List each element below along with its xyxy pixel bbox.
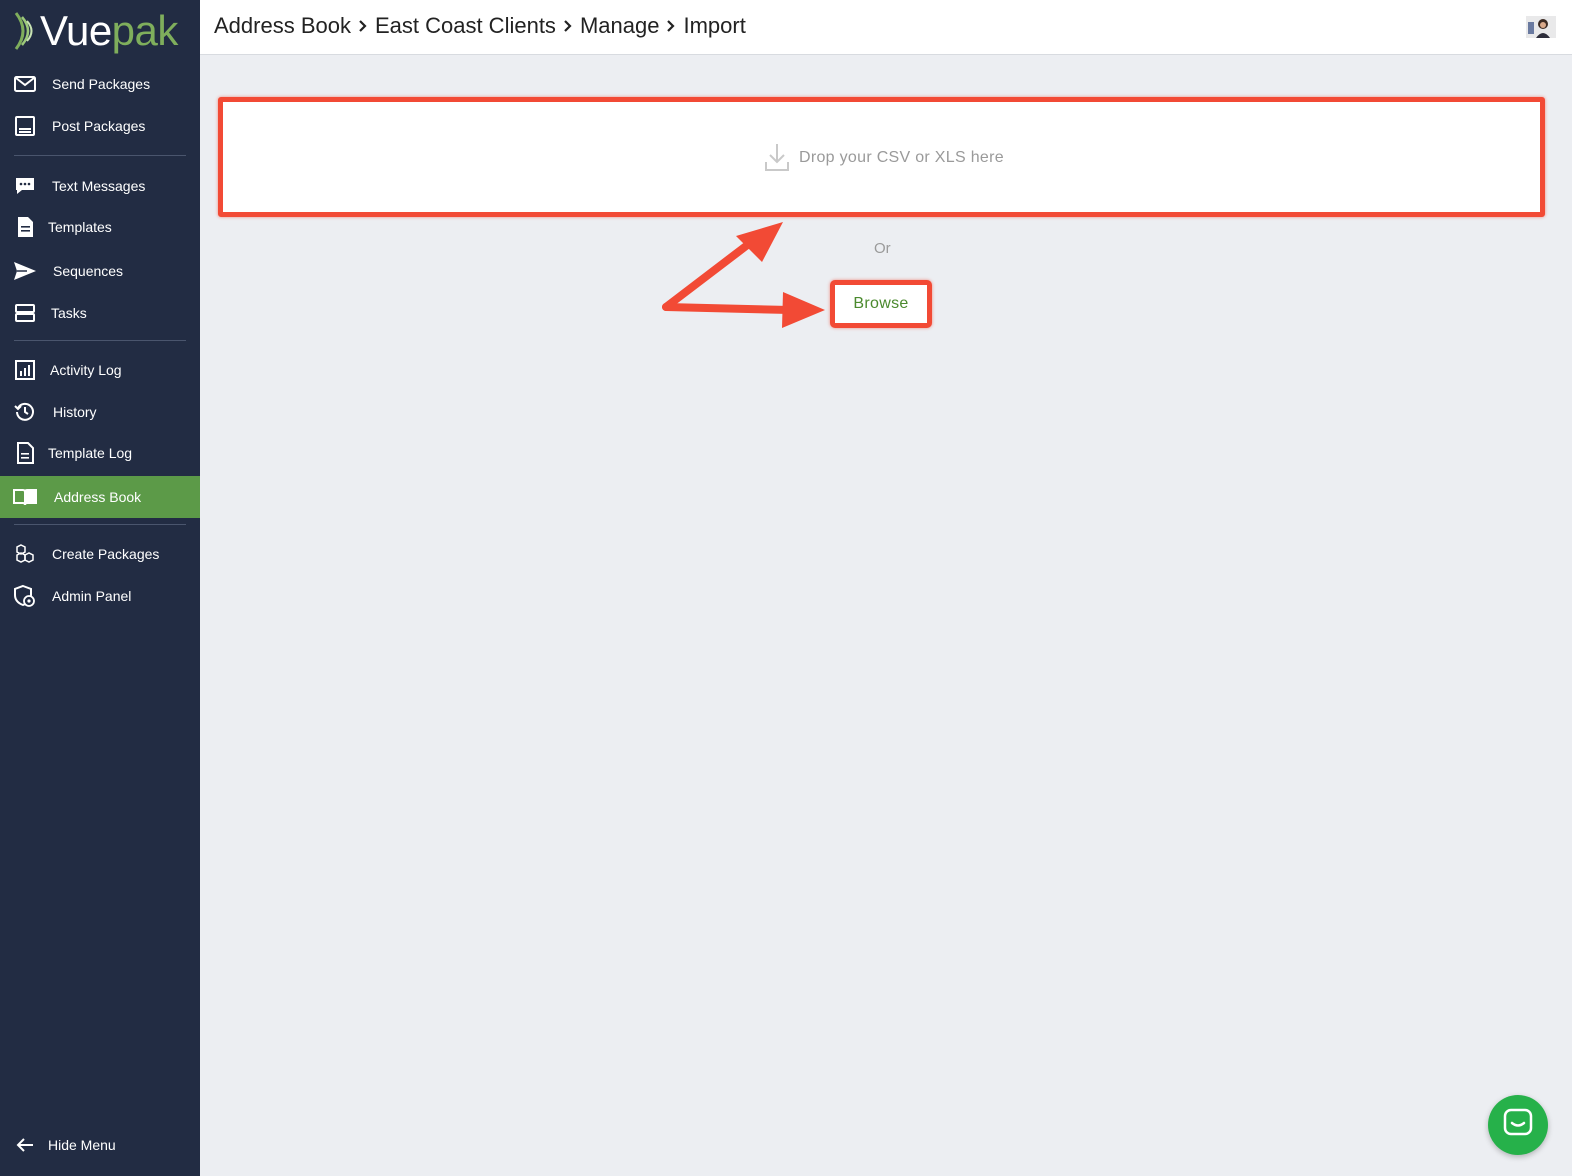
chevron-right-icon <box>358 19 368 33</box>
sidebar-item-label: Text Messages <box>52 178 146 194</box>
annotation-arrow-right <box>662 292 825 328</box>
sidebar-item-template-log[interactable]: Template Log <box>0 432 200 474</box>
sidebar-item-history[interactable]: History <box>0 391 200 433</box>
sidebar-item-admin-panel[interactable]: Admin Panel <box>0 575 200 617</box>
sidebar-item-address-book[interactable]: Address Book <box>0 476 200 518</box>
bar-chart-icon <box>12 357 38 383</box>
sidebar-item-label: Template Log <box>48 445 133 461</box>
document-icon <box>12 214 38 240</box>
sidebar-item-label: Sequences <box>53 263 124 279</box>
annotation-arrow-up <box>662 222 783 311</box>
hide-menu-button[interactable]: Hide Menu <box>0 1124 200 1166</box>
envelope-icon <box>12 71 38 97</box>
sidebar-item-label: Create Packages <box>52 546 160 562</box>
dropzone-text: Drop your CSV or XLS here <box>799 149 1004 166</box>
vuepak-logo[interactable]: Vuepak <box>10 6 178 56</box>
sidebar-item-label: Templates <box>48 219 112 235</box>
logo-text-pak: pak <box>111 7 179 54</box>
sidebar-item-label: Admin Panel <box>52 588 132 604</box>
paper-plane-icon <box>12 258 38 284</box>
avatar[interactable] <box>1526 16 1556 38</box>
open-book-icon <box>12 484 38 510</box>
or-separator: Or <box>874 240 891 257</box>
arrow-left-icon <box>12 1132 38 1158</box>
download-tray-icon <box>763 142 791 174</box>
logo-swoosh-icon <box>14 12 33 50</box>
inbox-tray-icon <box>12 113 38 139</box>
breadcrumb-address-book[interactable]: Address Book <box>214 13 351 39</box>
shield-gear-icon <box>12 583 38 609</box>
chevron-right-icon <box>666 19 676 33</box>
sidebar-item-label: History <box>53 404 97 420</box>
breadcrumb: Address Book East Coast Clients Manage I… <box>214 13 746 39</box>
sidebar-item-post-packages[interactable]: Post Packages <box>0 105 200 147</box>
breadcrumb-manage[interactable]: Manage <box>580 13 660 39</box>
sidebar-item-activity-log[interactable]: Activity Log <box>0 349 200 391</box>
sidebar-item-label: Address Book <box>54 489 142 505</box>
sidebar-item-text-messages[interactable]: Text Messages <box>0 165 200 207</box>
sidebar-divider <box>14 155 186 156</box>
logo-text-vue: Vue <box>40 7 112 54</box>
breadcrumb-east-coast-clients[interactable]: East Coast Clients <box>375 13 556 39</box>
sidebar-item-label: Post Packages <box>52 118 146 134</box>
chevron-right-icon <box>563 19 573 33</box>
file-dropzone[interactable]: Drop your CSV or XLS here <box>218 97 1545 217</box>
sidebar-item-create-packages[interactable]: Create Packages <box>0 533 200 575</box>
sidebar-item-label: Tasks <box>51 305 87 321</box>
top-bar: Address Book East Coast Clients Manage I… <box>200 0 1572 55</box>
breadcrumb-import: Import <box>683 13 746 38</box>
clock-history-icon <box>12 399 38 425</box>
sidebar-item-sequences[interactable]: Sequences <box>0 250 200 292</box>
sidebar-item-send-packages[interactable]: Send Packages <box>0 63 200 105</box>
sidebar-item-label: Activity Log <box>50 362 122 378</box>
chat-launcher-button[interactable] <box>1488 1095 1548 1155</box>
chat-bubble-icon <box>12 173 38 199</box>
sidebar: Vuepak Send Packages Post Packages Text … <box>0 0 200 1176</box>
sidebar-item-templates[interactable]: Templates <box>0 206 200 248</box>
sidebar-item-tasks[interactable]: Tasks <box>0 292 200 334</box>
chat-icon <box>1503 1108 1533 1143</box>
browse-button[interactable]: Browse <box>830 280 932 328</box>
boxes-icon <box>12 541 38 567</box>
sidebar-item-label: Send Packages <box>52 76 151 92</box>
stacked-bars-icon <box>12 300 38 326</box>
document-lines-icon <box>12 440 38 466</box>
hide-menu-label: Hide Menu <box>48 1137 116 1153</box>
sidebar-divider <box>14 524 186 525</box>
sidebar-divider <box>14 340 186 341</box>
